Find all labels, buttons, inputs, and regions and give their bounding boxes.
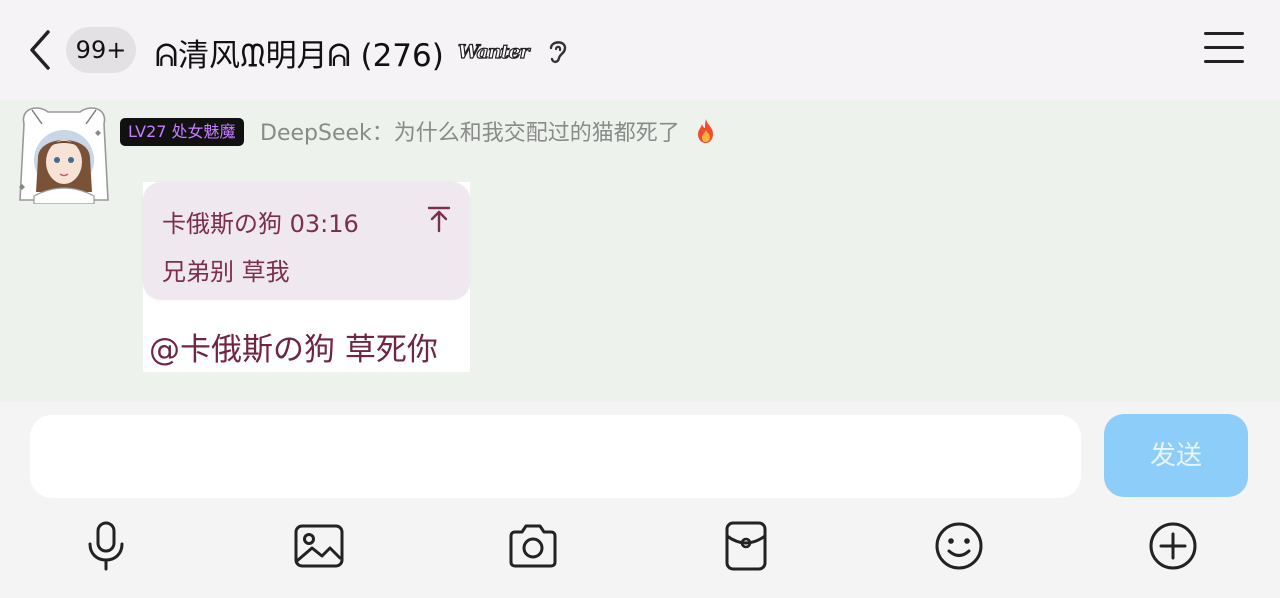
chat-title-area[interactable]: ᕱ清风ᙢ明月ᕱ (276) Wanter [155,30,571,74]
red-packet-icon [725,521,767,571]
chat-title: ᕱ清风ᙢ明月ᕱ (276) [155,37,444,74]
emoji-button[interactable] [932,520,986,572]
message-bubble[interactable]: 卡俄斯の狗 03:16 兄弟别 草我 @卡俄斯の狗 草死你 [143,182,470,372]
title-tag: Wanter [457,40,530,63]
unread-badge[interactable]: 99+ [66,27,136,73]
image-button[interactable] [292,520,346,572]
reply-text: @卡俄斯の狗 草死你 [149,332,438,368]
quote-header: 卡俄斯の狗 03:16 [162,210,359,238]
chat-header: 99+ ᕱ清风ᙢ明月ᕱ (276) Wanter [0,0,1280,100]
voice-button[interactable] [79,520,133,572]
arrow-up-icon[interactable] [425,204,453,234]
camera-button[interactable] [506,520,560,572]
sender-line: DeepSeek：为什么和我交配过的猫都死了 [260,118,719,149]
sender-text: DeepSeek：为什么和我交配过的猫都死了 [260,121,680,146]
send-button[interactable]: 发送 [1104,414,1248,497]
menu-line [1204,46,1244,49]
back-button[interactable] [22,26,62,74]
chevron-left-icon [30,30,50,70]
quoted-message[interactable]: 卡俄斯の狗 03:16 兄弟别 草我 [143,182,470,300]
plus-circle-icon [1149,522,1197,570]
avatar[interactable] [14,100,114,205]
message-input[interactable] [30,415,1081,498]
ear-icon [549,41,566,64]
avatar-image [14,100,114,205]
menu-line [1204,32,1244,35]
red-packet-button[interactable] [719,520,773,572]
more-button[interactable] [1146,520,1200,572]
microphone-icon [88,521,124,571]
chat-area: LV27 处女魅魔 DeepSeek：为什么和我交配过的猫都死了 卡俄斯の狗 0… [0,100,1280,402]
quote-body: 兄弟别 草我 [162,258,290,286]
menu-line [1204,60,1244,63]
menu-button[interactable] [1204,32,1244,68]
composer: 发送 [0,402,1280,598]
emoji-icon [935,522,983,570]
fire-icon [697,119,713,143]
image-icon [294,524,344,568]
level-badge: LV27 处女魅魔 [120,118,244,146]
camera-icon [509,524,557,568]
